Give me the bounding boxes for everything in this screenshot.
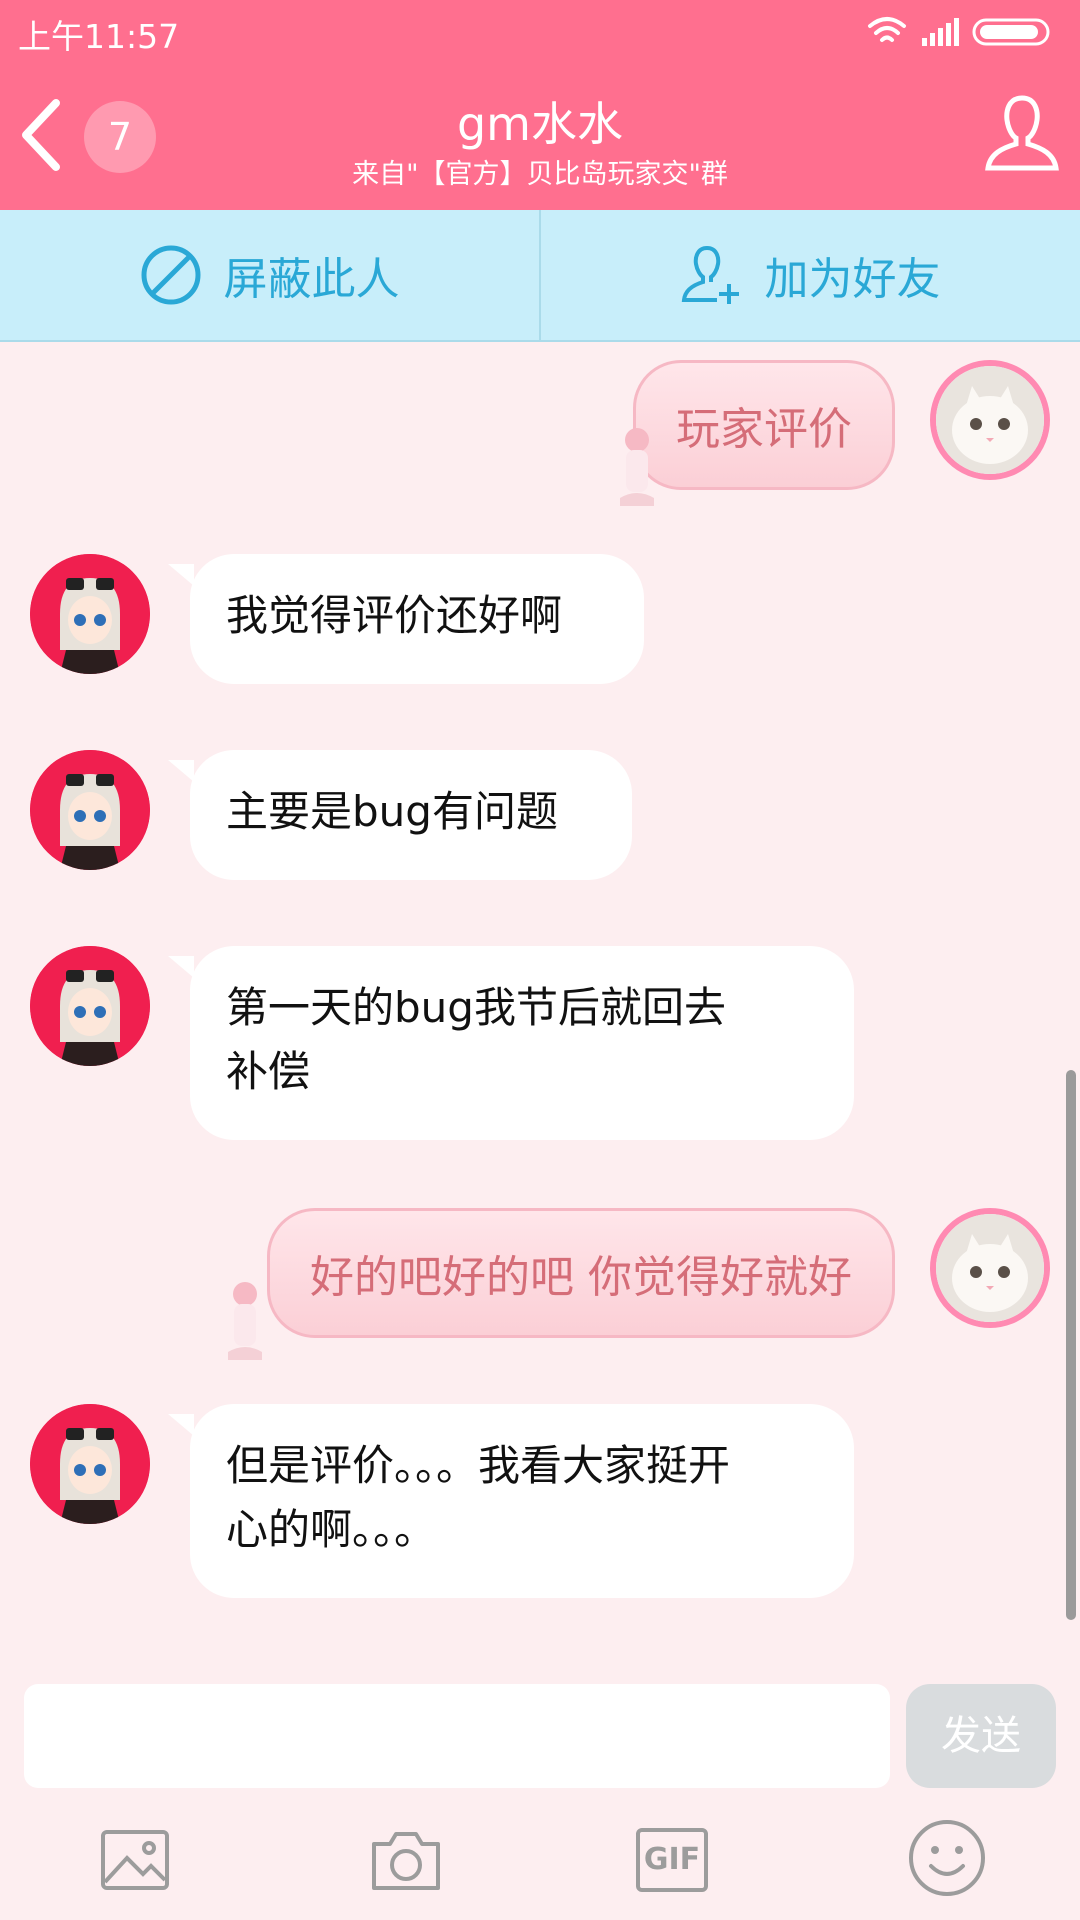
top-bar: 上午11:57 7 gm水水 来自"【官方】贝比岛玩家交"群 (0, 0, 1080, 210)
message-text-line: 但是评价。。。我看大家挺开 (226, 1441, 731, 1490)
message-text-line: 第一天的bug我节后就回去 (226, 983, 726, 1032)
incoming-message-bubble[interactable]: 第一天的bug我节后就回去 补偿 (168, 946, 854, 1140)
cat-avatar-icon (936, 1214, 1044, 1322)
anime-girl-avatar-icon (30, 946, 150, 1066)
sender-avatar[interactable] (30, 750, 150, 870)
gif-label: GIF (643, 1842, 701, 1877)
back-button[interactable] (12, 95, 72, 175)
incoming-message-bubble[interactable]: 我觉得评价还好啊 (168, 554, 644, 684)
gif-icon[interactable]: GIF (636, 1828, 708, 1892)
add-friend-icon (681, 246, 739, 304)
outgoing-message-bubble[interactable]: 好的吧好的吧 你觉得好就好 (267, 1208, 895, 1338)
input-toolbar: GIF (0, 1800, 1080, 1920)
my-avatar[interactable] (930, 1208, 1050, 1328)
sender-avatar[interactable] (30, 946, 150, 1066)
chat-subtitle: 来自"【官方】贝比岛玩家交"群 (352, 159, 728, 190)
incoming-message-bubble[interactable]: 但是评价。。。我看大家挺开 心的啊。。。 (168, 1404, 854, 1598)
status-icons (868, 17, 1050, 46)
cat-avatar-icon (936, 366, 1044, 474)
emoji-icon[interactable] (905, 1816, 989, 1900)
message-input[interactable] (24, 1684, 890, 1788)
person-icon (985, 95, 1059, 171)
image-icon[interactable] (95, 1820, 175, 1900)
message-text: 好的吧好的吧 你觉得好就好 (310, 1252, 852, 1303)
anime-girl-avatar-icon (30, 750, 150, 870)
block-icon (141, 245, 200, 305)
camera-icon[interactable] (366, 1820, 446, 1900)
anime-girl-avatar-icon (30, 1404, 150, 1524)
incoming-message-bubble[interactable]: 主要是bug有问题 (168, 750, 632, 880)
doll-decoration-icon (228, 1282, 262, 1360)
message-text: 主要是bug有问题 (226, 787, 558, 836)
message-text: 玩家评价 (676, 404, 852, 455)
chat-title: gm水水 (456, 97, 623, 151)
message-text-line: 心的啊。。。 (226, 1505, 437, 1554)
my-avatar[interactable] (930, 360, 1050, 480)
chat-scrollbar[interactable] (1066, 1070, 1076, 1620)
anime-girl-avatar-icon (30, 554, 150, 674)
unread-count-badge[interactable]: 7 (84, 101, 156, 173)
chat-message-list[interactable]: 玩家评价 我觉得评价还好啊 主要是bug有问题 第一天的bug我节后就回去 补偿… (0, 342, 1080, 1662)
status-time: 上午11:57 (18, 17, 180, 56)
message-text-line: 补偿 (226, 1047, 311, 1096)
sender-avatar[interactable] (30, 1404, 150, 1524)
block-user-label: 屏蔽此人 (223, 254, 400, 305)
chevron-left-icon (22, 99, 60, 171)
profile-button[interactable] (982, 92, 1062, 176)
battery-icon (972, 18, 1050, 46)
send-button[interactable]: 发送 (906, 1684, 1056, 1788)
signal-icon (922, 18, 959, 46)
sender-avatar[interactable] (30, 554, 150, 674)
message-text: 我觉得评价还好啊 (226, 591, 563, 640)
add-friend-button[interactable]: 加为好友 (541, 210, 1080, 340)
outgoing-message-bubble[interactable]: 玩家评价 (633, 360, 895, 490)
doll-decoration-icon (620, 428, 654, 506)
wifi-icon (868, 17, 906, 42)
block-user-button[interactable]: 屏蔽此人 (0, 210, 539, 340)
action-bar: 屏蔽此人 加为好友 (0, 210, 1080, 342)
add-friend-label: 加为好友 (764, 254, 941, 305)
